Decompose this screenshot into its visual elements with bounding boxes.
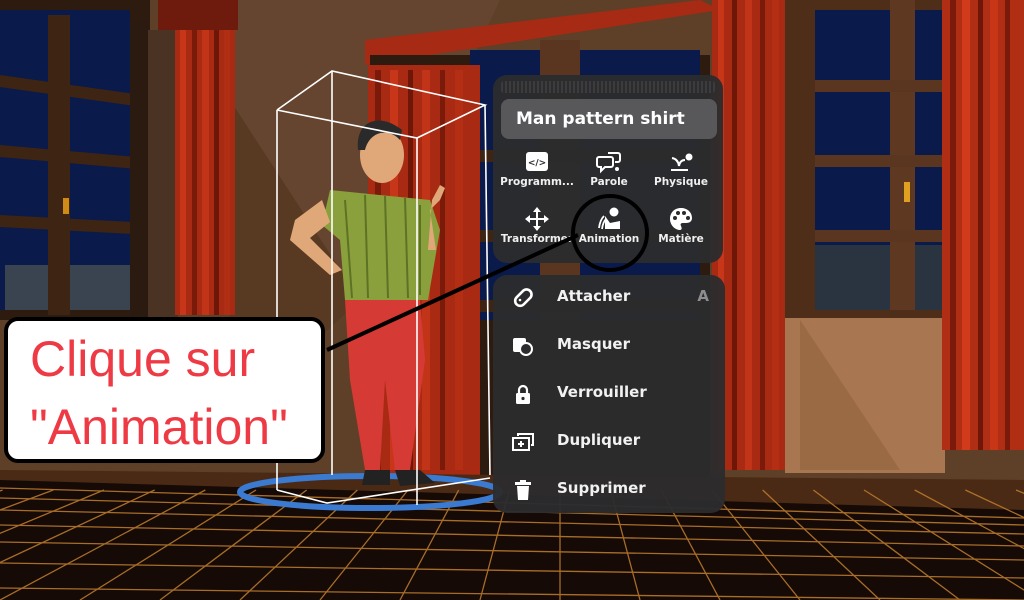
- tool-material-button[interactable]: Matière: [643, 206, 719, 256]
- code-icon: </>: [499, 149, 575, 175]
- lock-icon: [511, 382, 535, 406]
- physics-bounce-icon: [643, 149, 719, 175]
- move-arrows-icon: [499, 206, 575, 232]
- menu-item-duplicate[interactable]: Dupliquer: [493, 419, 725, 465]
- left-window: [0, 0, 178, 320]
- trash-icon: [511, 478, 535, 502]
- attach-link-icon: [511, 286, 535, 310]
- object-tools-panel: Man pattern shirt </> Programm... Parole…: [493, 75, 723, 263]
- svg-text:</>: </>: [528, 159, 546, 169]
- tutorial-callout: Clique sur "Animation": [4, 317, 325, 463]
- tool-label: Animation: [578, 233, 640, 245]
- tool-label: Programm...: [500, 176, 574, 188]
- tool-label: Matière: [658, 233, 704, 245]
- menu-item-attach[interactable]: Attacher A: [493, 275, 725, 321]
- callout-text-line1: Clique sur: [30, 331, 256, 387]
- object-context-menu: Attacher A Masquer Verrouiller Dupliquer…: [493, 275, 725, 513]
- menu-item-label: Dupliquer: [557, 431, 641, 449]
- tool-label: Parole: [590, 176, 628, 188]
- animation-person-icon: [571, 206, 647, 232]
- menu-item-label: Masquer: [557, 335, 630, 353]
- tool-speech-button[interactable]: Parole: [571, 149, 647, 199]
- duplicate-icon: [511, 430, 535, 454]
- menu-item-label: Attacher: [557, 287, 631, 305]
- speech-bubbles-icon: [571, 149, 647, 175]
- object-name-field[interactable]: Man pattern shirt: [501, 99, 717, 139]
- tool-programming-button[interactable]: </> Programm...: [499, 149, 575, 199]
- menu-item-hide[interactable]: Masquer: [493, 323, 725, 369]
- menu-item-lock[interactable]: Verrouiller: [493, 371, 725, 417]
- callout-text-line2: "Animation": [30, 399, 288, 455]
- tool-animation-button[interactable]: Animation: [571, 206, 647, 256]
- tool-label: Transformer: [500, 233, 574, 245]
- palette-icon: [643, 206, 719, 232]
- menu-item-label: Verrouiller: [557, 383, 647, 401]
- panel-drag-handle[interactable]: [501, 81, 715, 93]
- hide-shapes-icon: [511, 334, 535, 358]
- right-window: [785, 0, 950, 473]
- menu-item-delete[interactable]: Supprimer: [493, 467, 725, 513]
- tool-physics-button[interactable]: Physique: [643, 149, 719, 199]
- shortcut-key: A: [697, 287, 709, 305]
- right-curtain: [942, 0, 1024, 450]
- tool-label: Physique: [654, 176, 708, 188]
- menu-item-label: Supprimer: [557, 479, 646, 497]
- tool-transform-button[interactable]: Transformer: [499, 206, 575, 256]
